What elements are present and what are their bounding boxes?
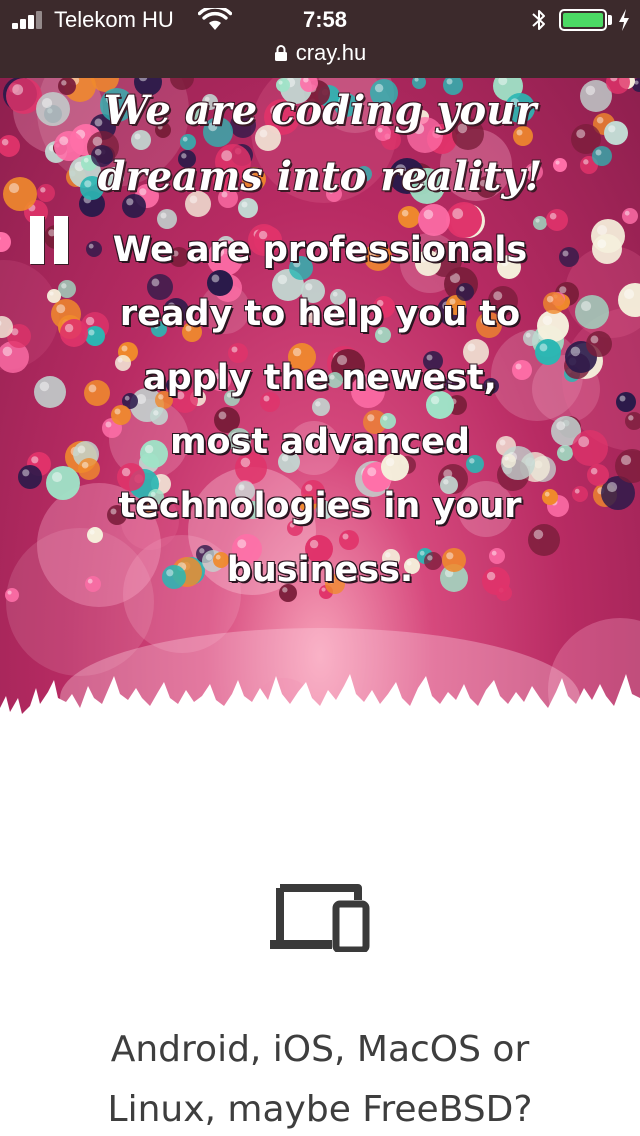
decor-ball-highlight (12, 84, 24, 96)
decor-ball-highlight (31, 456, 39, 464)
decor-ball-highlight (583, 159, 589, 165)
decor-ball (604, 121, 628, 145)
decor-ball-highlight (7, 590, 12, 595)
decor-ball-highlight (595, 149, 602, 156)
hero-title-line: We are coding your (103, 87, 537, 134)
decor-ball-highlight (624, 210, 630, 216)
decor-ball-highlight (41, 97, 53, 109)
lock-icon (274, 45, 287, 61)
decor-ball-highlight (8, 182, 20, 194)
battery-tip (608, 15, 612, 25)
decor-ball-highlight (634, 80, 639, 85)
address-bar[interactable]: cray.hu (0, 40, 640, 70)
decor-ball-highlight (51, 471, 63, 483)
decor-ball (622, 208, 638, 224)
hero-banner: We are coding your dreams into reality! … (0, 78, 640, 758)
platforms-line: Linux, maybe FreeBSD? (107, 1089, 533, 1130)
platforms-text: Android, iOS, MacOS or Linux, maybe Free… (40, 1020, 600, 1136)
hero-text-line: most advanced (170, 422, 470, 462)
decor-ball-highlight (570, 346, 581, 357)
platforms-line: Android, iOS, MacOS or (110, 1029, 530, 1070)
battery-level (563, 13, 603, 27)
decor-ball-highlight (40, 187, 46, 193)
hero-text-line: business. (226, 550, 414, 590)
decor-ball-highlight (585, 85, 596, 96)
hero-title-line: dreams into reality! (97, 153, 543, 200)
decor-ball (592, 146, 612, 166)
decor-ball (575, 295, 609, 329)
decor-ball-highlight (628, 415, 634, 421)
decor-ball-highlight (574, 488, 580, 494)
decor-ball-highlight (606, 481, 618, 493)
url-text: cray.hu (295, 40, 367, 65)
decor-ball (0, 135, 20, 157)
decor-ball-highlight (620, 454, 632, 466)
hero-title: We are coding your dreams into reality! (60, 78, 580, 210)
decor-ball (592, 234, 622, 264)
decor-ball (3, 177, 37, 211)
decor-ball (34, 376, 66, 408)
hero-text-line: ready to help you to (119, 294, 521, 334)
decor-ball-highlight (590, 335, 599, 344)
decor-ball-highlight (580, 300, 592, 312)
devices-icon (270, 884, 370, 952)
decor-ball-highlight (578, 436, 590, 448)
decor-ball-highlight (623, 288, 635, 300)
decor-ball (572, 430, 608, 466)
hero-text-line: technologies in your (118, 486, 522, 526)
hero-text-line: We are professionals (112, 230, 528, 270)
charging-icon (619, 9, 629, 31)
decor-ball (572, 486, 588, 502)
decor-ball (0, 232, 11, 252)
decor-ball-highlight (619, 395, 626, 402)
hero-text-line: apply the newest, (143, 358, 497, 398)
decor-ball-highlight (596, 224, 608, 236)
decor-ball (616, 392, 636, 412)
decor-ball (586, 331, 612, 357)
decor-ball-highlight (608, 125, 616, 133)
hero-description: We are professionals ready to help you t… (70, 218, 570, 602)
screen: Telekom HU 7:58 cray.hu We are coding yo… (0, 0, 640, 1136)
decor-ball-highlight (49, 291, 54, 296)
decor-ball (587, 464, 609, 486)
decor-ball-highlight (590, 467, 598, 475)
browser-status-bar: Telekom HU 7:58 cray.hu (0, 0, 640, 78)
pause-icon[interactable] (30, 216, 72, 266)
decor-ball-highlight (2, 346, 13, 357)
status-row: Telekom HU 7:58 (0, 0, 640, 40)
decor-ball-highlight (1, 138, 9, 146)
decor-ball-highlight (401, 209, 409, 217)
decor-ball-highlight (597, 239, 607, 249)
bluetooth-icon (532, 10, 545, 30)
crowd-silhouette (0, 674, 640, 758)
decor-ball (5, 588, 19, 602)
decor-ball-highlight (39, 381, 50, 392)
decor-ball-highlight (61, 283, 67, 289)
battery-icon (559, 9, 607, 31)
decor-ball (18, 465, 42, 489)
decor-ball (37, 184, 55, 202)
decor-ball-highlight (56, 304, 66, 314)
decor-ball (47, 289, 61, 303)
decor-ball-highlight (22, 469, 30, 477)
decor-ball-highlight (596, 116, 604, 124)
